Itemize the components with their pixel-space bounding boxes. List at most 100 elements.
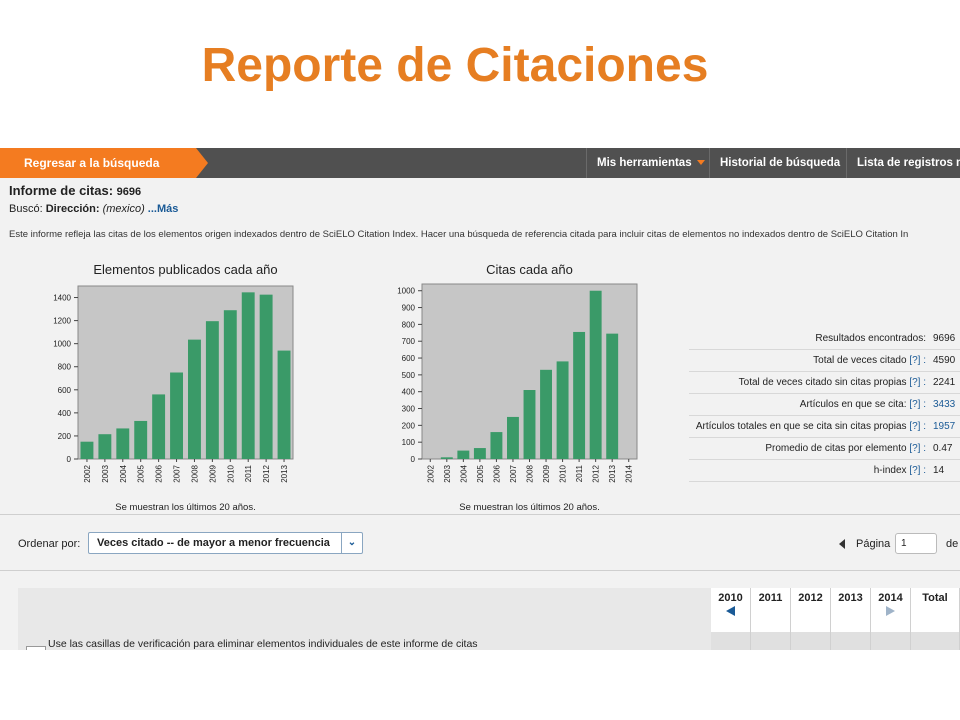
y-tick-label: 800: [58, 363, 72, 372]
search-prefix: Buscó:: [9, 203, 43, 215]
help-link[interactable]: [?] :: [909, 421, 926, 432]
stat-label-text: Total de veces citado sin citas propias: [738, 377, 910, 388]
sort-selected-value: Veces citado -- de mayor a menor frecuen…: [97, 537, 330, 549]
x-tick-label: 2012: [262, 464, 271, 482]
my-tools-menu[interactable]: Mis herramientas: [586, 148, 715, 178]
x-tick-label: 2006: [155, 464, 164, 482]
report-heading: Informe de citas: 9696: [9, 183, 141, 198]
y-tick-label: 1000: [53, 340, 71, 349]
x-tick-label: 2011: [575, 464, 584, 482]
y-tick-label: 0: [67, 455, 72, 464]
stat-value[interactable]: 3433: [933, 394, 955, 415]
stat-label: Artículos en que se cita: [?] :: [800, 394, 926, 415]
table-cell: [831, 632, 871, 650]
year-header-2010: 2010: [711, 588, 751, 633]
year-header-2014: 2014: [871, 588, 911, 633]
stat-label-text: Resultados encontrados:: [815, 333, 926, 344]
y-tick-label: 700: [402, 337, 416, 346]
x-tick-label: 2013: [280, 464, 289, 482]
sort-select[interactable]: Veces citado -- de mayor a menor frecuen…: [88, 532, 363, 554]
next-years-icon[interactable]: [886, 606, 895, 616]
bar: [259, 294, 273, 459]
back-to-search-button[interactable]: Regresar a la búsqueda: [0, 148, 196, 178]
bar: [573, 331, 586, 459]
stat-value[interactable]: 1957: [933, 416, 955, 437]
stat-row: Promedio de citas por elemento [?] : 0.47: [689, 438, 960, 460]
stat-label-text: Total de veces citado: [813, 355, 910, 366]
page-number-input[interactable]: 1: [895, 533, 937, 554]
search-history-menu[interactable]: Historial de búsqueda: [709, 148, 850, 178]
stat-value: 4590: [933, 355, 956, 366]
previous-years-icon[interactable]: [726, 606, 735, 616]
table-cell: [751, 632, 791, 650]
stat-label: Total de veces citado [?] :: [813, 350, 926, 371]
citations-per-year-chart: Citas cada año 0 100 200 300 400 500 600 700 800 9…: [397, 262, 638, 511]
stat-label-text: Promedio de citas por elemento: [765, 443, 910, 454]
table-cell: [871, 632, 911, 650]
help-link[interactable]: [?] :: [909, 443, 926, 454]
y-tick-label: 800: [402, 320, 416, 329]
y-tick-label: 100: [402, 438, 416, 447]
table-cell: [791, 632, 831, 650]
year-header-2011: 2011: [751, 588, 791, 633]
year-label: 2010: [718, 592, 743, 604]
x-tick-label: 2014: [625, 464, 634, 482]
select-all-checkbox[interactable]: [26, 646, 46, 650]
bar: [540, 369, 552, 459]
y-tick-label: 1400: [53, 294, 71, 303]
help-link[interactable]: [?] :: [909, 355, 926, 366]
stat-value: 9696: [933, 333, 956, 344]
y-tick-label: 400: [58, 409, 72, 418]
stat-label: Artículos totales en que se cita sin cit…: [696, 416, 926, 437]
x-tick-label: 2009: [208, 464, 217, 482]
bar: [473, 448, 486, 459]
stat-row: Resultados encontrados: 9696: [689, 328, 960, 350]
checkbox-instructions: Use las casillas de verificación para el…: [48, 638, 478, 650]
total-header: Total: [911, 588, 960, 633]
stat-row: Total de veces citado sin citas propias …: [689, 372, 960, 394]
year-header-2012: 2012: [791, 588, 831, 633]
stat-row: h-index [?] : 14: [689, 460, 960, 482]
bar: [277, 350, 291, 459]
sort-label: Ordenar por:: [18, 538, 81, 550]
help-link[interactable]: [?] :: [909, 465, 926, 476]
year-label: 2014: [878, 592, 903, 604]
stat-row: Artículos en que se cita: [?] : 3433: [689, 394, 960, 416]
marked-list-menu[interactable]: Lista de registros m: [846, 148, 960, 178]
help-link[interactable]: [?] :: [909, 399, 926, 410]
help-link[interactable]: [?] :: [909, 377, 926, 388]
citation-report-window: Regresar a la búsqueda Mis herramientas …: [0, 148, 960, 650]
x-tick-label: 2005: [137, 464, 146, 482]
stat-value: 0.47: [933, 443, 953, 454]
report-disclaimer: Este informe refleja las citas de los el…: [9, 229, 909, 240]
page-label: Página: [856, 538, 891, 550]
y-tick-label: 400: [402, 388, 416, 397]
x-tick-label: 2011: [244, 464, 253, 482]
bar: [98, 434, 112, 459]
section-divider: [0, 514, 960, 515]
bar: [606, 333, 619, 459]
slide-title: Reporte de Citaciones: [201, 39, 709, 92]
x-tick-label: 2009: [542, 464, 551, 482]
bar: [556, 361, 569, 459]
previous-page-icon[interactable]: [839, 539, 845, 549]
chart-title: Citas cada año: [486, 262, 573, 277]
y-tick-label: 600: [58, 386, 72, 395]
stat-label-text: Artículos totales en que se cita sin cit…: [695, 421, 910, 432]
stat-value: 2241: [933, 377, 956, 388]
more-link[interactable]: ...Más: [148, 203, 179, 215]
x-tick-label: 2010: [559, 464, 568, 482]
x-tick-label: 2007: [509, 464, 518, 482]
x-tick-label: 2008: [526, 464, 535, 482]
section-divider: [0, 570, 960, 571]
y-tick-label: 200: [58, 432, 72, 441]
stat-label-text: h-index: [873, 465, 910, 476]
y-tick-label: 600: [402, 354, 416, 363]
x-tick-label: 2002: [83, 464, 92, 482]
y-tick-label: 200: [402, 421, 416, 430]
y-tick-label: 300: [402, 405, 416, 414]
stat-label: Total de veces citado sin citas propias …: [739, 372, 926, 393]
x-tick-label: 2003: [443, 464, 452, 482]
x-tick-label: 2012: [592, 464, 601, 482]
year-header-2013: 2013: [831, 588, 871, 633]
